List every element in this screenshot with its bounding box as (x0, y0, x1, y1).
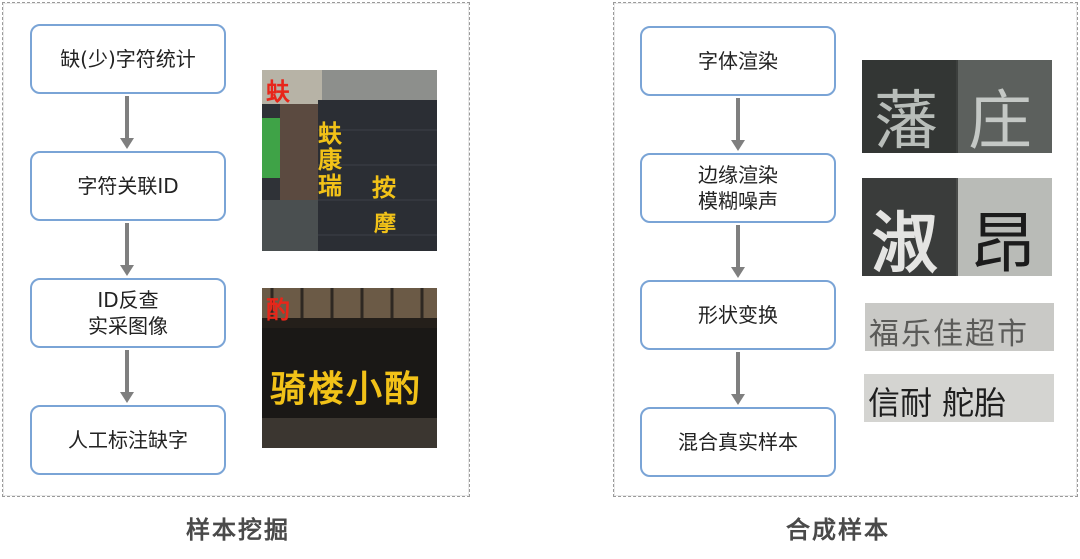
sample-text: 福乐佳超市 (869, 317, 1029, 351)
arrow-down-icon (731, 98, 745, 152)
sample-char: 藩 (874, 85, 938, 153)
sample-render-2: 淑 昂 (862, 178, 1052, 276)
arrow-down-icon (120, 96, 134, 150)
step-missing-char-stats: 缺(少)字符统计 (30, 24, 226, 94)
caption-synthetic-samples: 合成样本 (786, 516, 890, 544)
sample-char: 昂 (970, 205, 1036, 276)
photo-restaurant-sign: 酌 骑楼小酌 (262, 288, 437, 448)
sample-char: 庄 (968, 85, 1032, 153)
sign-char: 按 (372, 174, 396, 202)
sample-render-1: 藩 庄 (862, 60, 1052, 153)
photo-storefront-sign: 蚨 蚨 康 瑞 按 摩 (262, 70, 437, 251)
step-shape-transform: 形状变换 (640, 280, 836, 350)
step-manual-label: 人工标注缺字 (30, 405, 226, 475)
arrow-down-icon (731, 225, 745, 279)
sample-render-3: 福乐佳超市 (865, 303, 1054, 351)
step-char-link-id: 字符关联ID (30, 151, 226, 221)
sample-render-4: 信耐 舵胎 (864, 374, 1054, 422)
step-edge-blur-noise: 边缘渲染 模糊噪声 (640, 153, 836, 223)
arrow-down-icon (731, 352, 745, 406)
step-font-render: 字体渲染 (640, 26, 836, 96)
arrow-down-icon (120, 223, 134, 277)
arrow-down-icon (120, 350, 134, 404)
missing-char-label: 蚨 (266, 78, 290, 106)
sign-char: 摩 (374, 212, 397, 237)
step-id-lookup-images: ID反查 实采图像 (30, 278, 226, 348)
sample-text: 信耐 舵胎 (868, 384, 1007, 422)
missing-char-label: 酌 (266, 296, 290, 324)
step-mix-real-samples: 混合真实样本 (640, 407, 836, 477)
sign-char: 瑞 (318, 172, 342, 200)
caption-sample-mining: 样本挖掘 (186, 516, 290, 544)
sample-char: 淑 (872, 205, 938, 276)
sign-text: 骑楼小酌 (270, 369, 423, 410)
